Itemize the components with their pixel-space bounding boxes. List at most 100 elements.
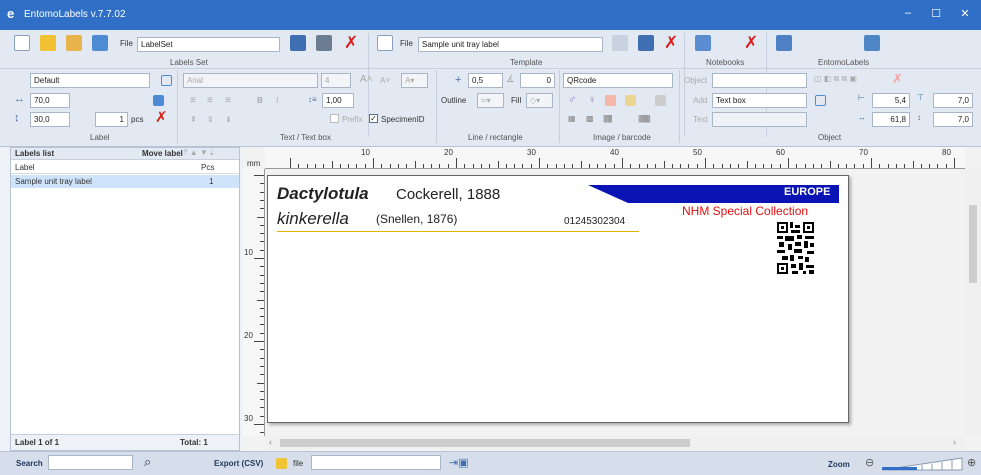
- genus-text[interactable]: Dactylotula: [277, 184, 369, 204]
- qrcode-icon[interactable]: ▩: [586, 114, 594, 123]
- save-labelset-icon[interactable]: [290, 35, 306, 51]
- close-icon[interactable]: ✕: [955, 7, 975, 20]
- settings-icon[interactable]: [776, 35, 792, 51]
- horizontal-scrollbar[interactable]: ‹ ›: [265, 436, 965, 450]
- search-icon[interactable]: ⌕: [144, 454, 151, 470]
- new-template-icon[interactable]: [377, 35, 393, 51]
- x-position-field[interactable]: 5,4: [872, 93, 910, 108]
- grow-font-icon[interactable]: A˄: [360, 74, 373, 85]
- text-middle-icon[interactable]: ⇕: [207, 115, 214, 124]
- horizontal-scroll-thumb[interactable]: [280, 439, 690, 447]
- ruler-tick: [821, 164, 823, 168]
- export-file-field[interactable]: [311, 455, 441, 470]
- object-height-field[interactable]: 7,0: [933, 112, 973, 127]
- zoom-out-icon[interactable]: ⊖: [865, 456, 874, 469]
- labels-list-panel: Labels list Move label ⤒ ▲ ▼ ⤓ Label Pcs…: [10, 147, 240, 451]
- print-icon[interactable]: [316, 35, 332, 51]
- object-width-field[interactable]: 61,8: [872, 112, 910, 127]
- font-select[interactable]: Arial: [183, 73, 318, 88]
- zoom-slider[interactable]: [882, 457, 964, 471]
- vertical-scroll-thumb[interactable]: [969, 205, 977, 283]
- delete-template-icon[interactable]: ✗: [664, 33, 678, 53]
- y-position-field[interactable]: 7,0: [933, 93, 973, 108]
- object-select[interactable]: [712, 73, 807, 88]
- barcode1-icon[interactable]: ||||||||: [603, 114, 613, 123]
- line-width-field[interactable]: 0,5: [468, 73, 503, 88]
- font-size-select[interactable]: 4: [321, 73, 351, 88]
- vertical-scrollbar[interactable]: [965, 169, 981, 436]
- delete-object-icon[interactable]: ✗: [892, 71, 903, 87]
- line-spacing-field[interactable]: 1,00: [322, 93, 354, 108]
- datamatrix-icon[interactable]: ▦: [568, 114, 576, 123]
- underline-rule[interactable]: [277, 231, 639, 232]
- save-template-icon[interactable]: [638, 35, 654, 51]
- fill-select[interactable]: ◇▾: [526, 93, 553, 108]
- author1-text[interactable]: Cockerell, 1888: [396, 186, 500, 203]
- export-save-icon[interactable]: ⇥▣: [449, 456, 469, 469]
- ruler-tick: [729, 164, 731, 168]
- prefix-label: Prefix: [342, 115, 363, 124]
- add-labels-icon[interactable]: [66, 35, 82, 51]
- delete-labelset-icon[interactable]: ✗: [344, 33, 358, 53]
- specimen-number[interactable]: 01245302304: [564, 216, 625, 227]
- new-file-icon[interactable]: [14, 35, 30, 51]
- add-object-icon[interactable]: [815, 95, 826, 106]
- minimize-icon[interactable]: –: [898, 7, 918, 19]
- prefix-checkbox[interactable]: [330, 114, 339, 123]
- italic-icon[interactable]: I: [276, 96, 278, 105]
- object-text-field[interactable]: [712, 112, 807, 127]
- move-arrows-icon[interactable]: ⤒ ▲ ▼ ⤓: [184, 148, 214, 158]
- species-text[interactable]: kinkerella: [277, 209, 349, 229]
- align-right-icon[interactable]: ≡: [225, 95, 231, 106]
- open-folder-icon[interactable]: [40, 35, 56, 51]
- table-row[interactable]: Sample unit tray label 1: [11, 175, 239, 188]
- search-input[interactable]: [48, 455, 133, 470]
- delete-notebook-icon[interactable]: ✗: [744, 33, 758, 53]
- export-folder-icon[interactable]: [276, 458, 287, 469]
- ruler-tick: [260, 365, 264, 367]
- align-center-icon[interactable]: ≡: [207, 95, 213, 106]
- shrink-font-icon[interactable]: A˅: [380, 76, 390, 85]
- maximize-icon[interactable]: ☐: [926, 7, 946, 20]
- page-setup-icon[interactable]: [153, 95, 164, 106]
- angle-field[interactable]: 0: [520, 73, 555, 88]
- insert-image-icon[interactable]: [605, 95, 616, 106]
- col-pcs-header: Pcs: [201, 163, 215, 172]
- label-height-field[interactable]: 30,0: [30, 112, 70, 127]
- barcode2-icon[interactable]: |||||||||||: [638, 114, 651, 123]
- label-preview[interactable]: Dactylotula Cockerell, 1888 kinkerella (…: [267, 175, 849, 423]
- template-file-field[interactable]: Sample unit tray label: [418, 37, 603, 52]
- add-select[interactable]: Text box: [712, 93, 807, 108]
- zoom-in-icon[interactable]: ⊕: [967, 456, 976, 469]
- qr-code[interactable]: [776, 221, 815, 276]
- label-width-field[interactable]: 70,0: [30, 93, 70, 108]
- open-image-icon[interactable]: [625, 95, 636, 106]
- object-tools-icon[interactable]: ◫ ◧ ⧉ ⧉ ▣: [814, 74, 857, 84]
- author2-text[interactable]: (Snellen, 1876): [376, 212, 457, 226]
- region-text[interactable]: EUROPE: [784, 186, 830, 198]
- ruler-tick: [837, 164, 839, 168]
- delete-label-icon[interactable]: ✗: [155, 108, 168, 126]
- male-symbol-icon[interactable]: ♂: [568, 94, 576, 106]
- remove-image-icon[interactable]: [655, 95, 666, 106]
- edit-template-icon[interactable]: [612, 35, 628, 51]
- collection-text[interactable]: NHM Special Collection: [682, 204, 808, 218]
- align-left-icon[interactable]: ≡: [190, 95, 196, 106]
- outline-select[interactable]: ═▾: [477, 93, 504, 108]
- female-symbol-icon[interactable]: ♀: [588, 94, 596, 106]
- ruler-tick: [260, 332, 264, 334]
- text-bottom-icon[interactable]: ⇟: [225, 115, 232, 124]
- specimenid-checkbox[interactable]: ✓: [369, 114, 378, 123]
- code-type-field[interactable]: QRcode: [563, 73, 673, 88]
- import-icon[interactable]: [92, 35, 108, 51]
- add-preset-icon[interactable]: [161, 75, 172, 86]
- text-top-icon[interactable]: ⇞: [190, 115, 197, 124]
- help-icon[interactable]: [864, 35, 880, 51]
- label-preset-select[interactable]: Default: [30, 73, 150, 88]
- ruler-tick: [260, 357, 264, 359]
- notebook-icon[interactable]: [695, 35, 711, 51]
- font-color-icon[interactable]: A▾: [401, 73, 428, 88]
- pcs-field[interactable]: 1: [95, 112, 128, 127]
- labelset-file-field[interactable]: LabelSet: [137, 37, 280, 52]
- bold-icon[interactable]: B: [257, 96, 263, 105]
